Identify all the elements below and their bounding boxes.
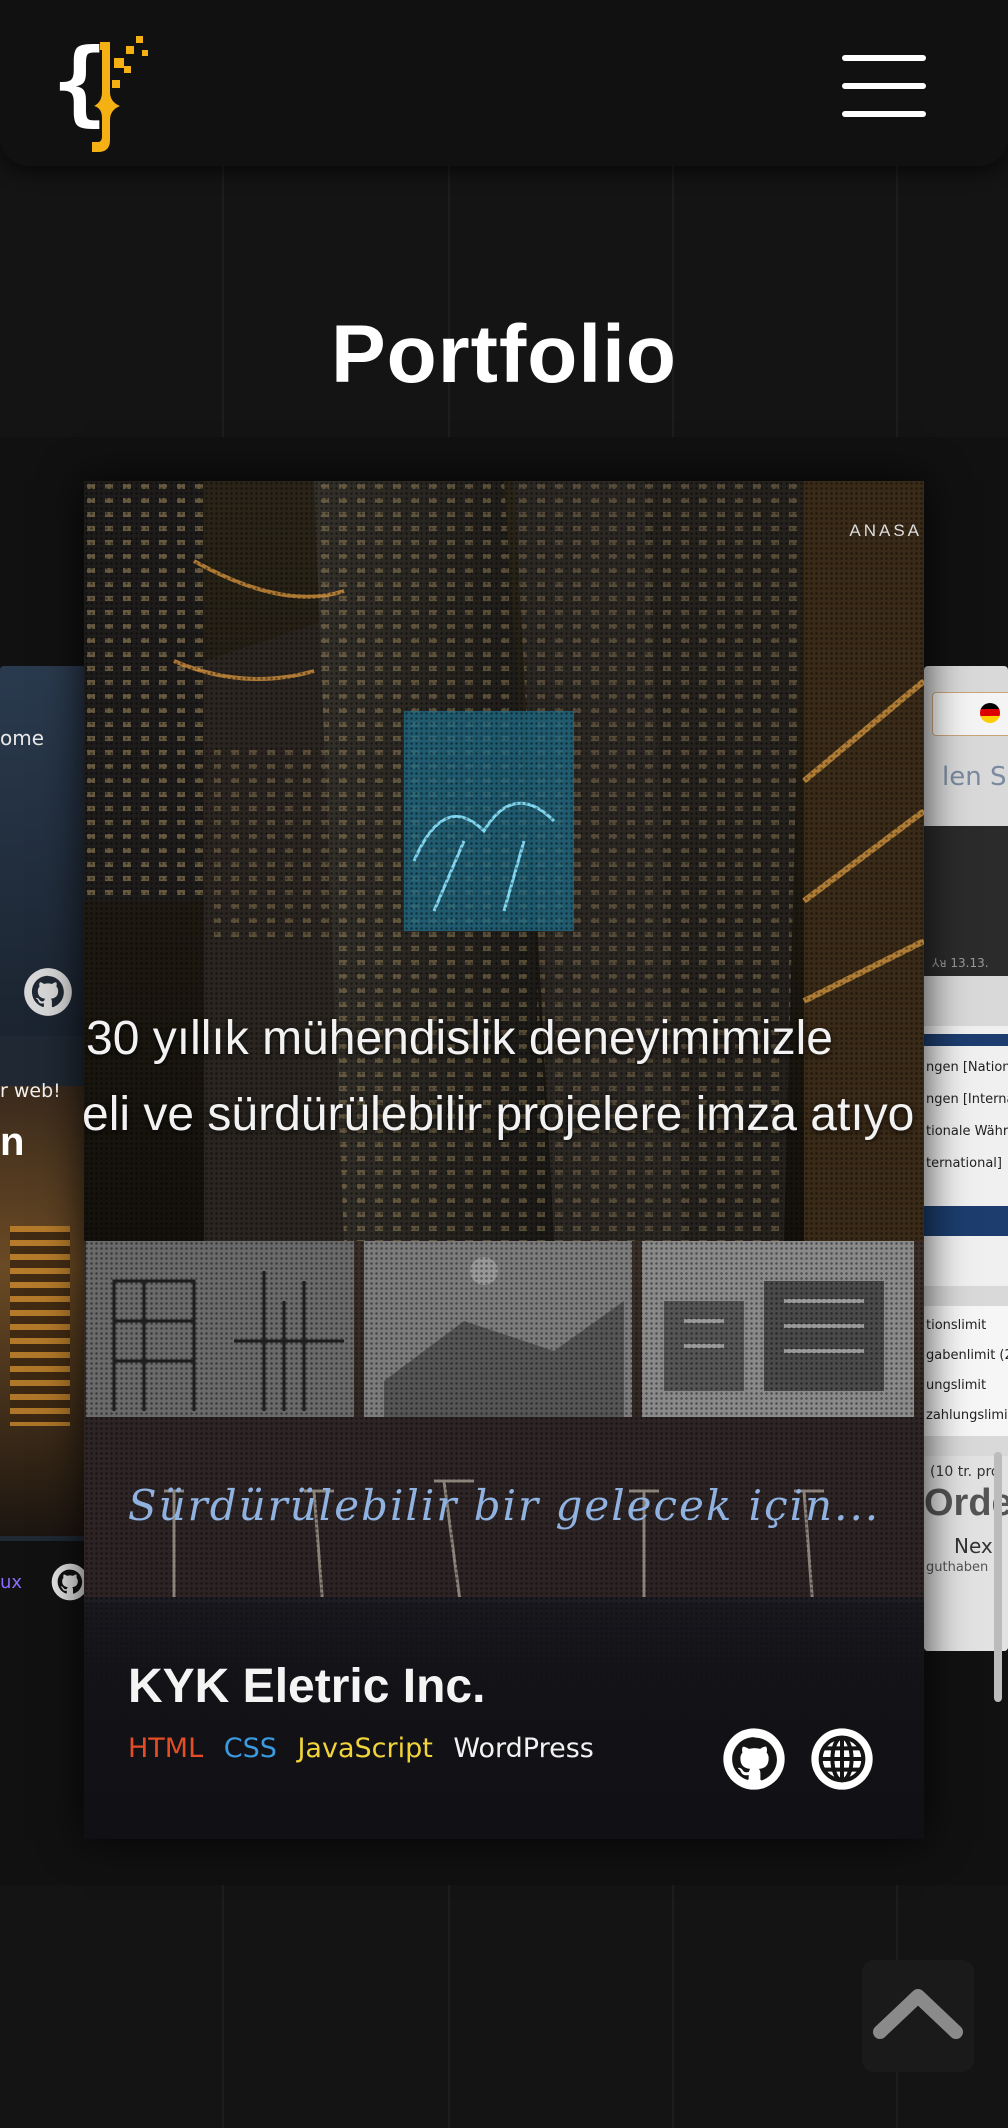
tag-css: CSS bbox=[223, 1733, 277, 1764]
hero-headline: 30 yıllık mühendislik deneyimimizle bbox=[86, 1012, 833, 1065]
page-title: Portfolio bbox=[330, 309, 678, 400]
german-flag-icon bbox=[980, 703, 1000, 723]
project-title: KYK Eletric Inc. bbox=[128, 1660, 486, 1713]
menu-button[interactable] bbox=[842, 55, 926, 119]
scroll-to-top-button[interactable] bbox=[862, 1960, 974, 2072]
script-tagline: Sürdürülebilir bir gelecek için... bbox=[127, 1481, 881, 1530]
nav-link: ome bbox=[0, 726, 45, 750]
tag-wordpress: WordPress bbox=[453, 1733, 594, 1764]
github-icon[interactable] bbox=[50, 1562, 86, 1602]
tag-javascript: JavaScript bbox=[297, 1733, 433, 1764]
globe-icon[interactable] bbox=[810, 1727, 874, 1791]
logo-icon[interactable]: { bbox=[52, 22, 152, 156]
site-nav-fragment: ANASA bbox=[849, 521, 922, 540]
chevron-up-icon bbox=[873, 1989, 963, 2039]
project-card-active[interactable]: ANASA 30 yıllık mühendislik deneyimimizl… bbox=[84, 481, 924, 1839]
previous-project-card[interactable]: ome r web! n ux bbox=[0, 666, 86, 1651]
github-icon bbox=[24, 968, 72, 1016]
tech-tags: HTML CSS JavaScript WordPress bbox=[128, 1733, 606, 1764]
github-icon[interactable] bbox=[722, 1727, 786, 1791]
hero-subheadline: eli ve sürdürülebilir projelere imza atı… bbox=[84, 1088, 915, 1141]
tag-html: HTML bbox=[128, 1733, 204, 1764]
project-info: KYK Eletric Inc. HTML CSS JavaScript Wor… bbox=[84, 1603, 924, 1839]
scrollbar[interactable] bbox=[994, 1452, 1002, 1702]
svg-text:{: { bbox=[52, 29, 107, 136]
site-header: { bbox=[0, 0, 1008, 166]
hamburger-icon bbox=[842, 55, 926, 61]
